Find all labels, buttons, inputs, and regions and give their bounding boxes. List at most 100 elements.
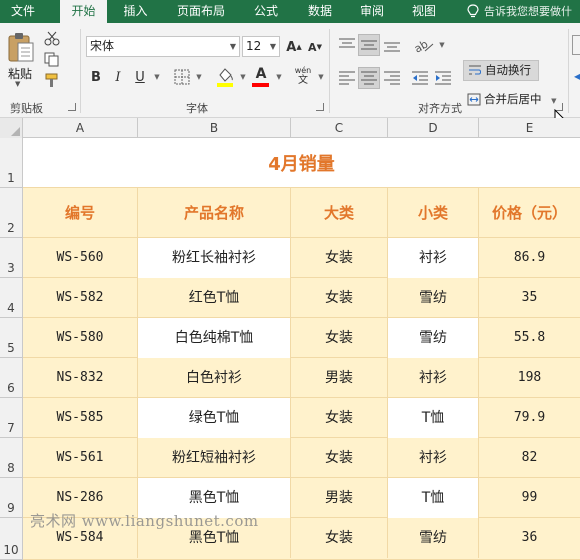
table-cell[interactable]: 绿色T恤 xyxy=(138,398,291,438)
copy-icon[interactable] xyxy=(44,52,60,67)
align-center-button[interactable] xyxy=(358,67,380,89)
align-left-icon[interactable] xyxy=(338,70,356,86)
table-cell[interactable]: 女装 xyxy=(291,398,388,438)
tab-page-layout[interactable]: 页面布局 xyxy=(168,0,234,23)
tab-data[interactable]: 数据 xyxy=(298,0,342,23)
tab-formulas[interactable]: 公式 xyxy=(244,0,288,23)
cut-icon[interactable] xyxy=(44,31,60,46)
phonetic-guide-icon[interactable]: wén 文 xyxy=(293,65,313,87)
table-cell[interactable]: 79.9 xyxy=(479,398,580,438)
merge-center-button[interactable]: 合并后居中 ▼ xyxy=(463,89,563,110)
table-cell[interactable]: 82 xyxy=(479,438,580,478)
row-header-6[interactable]: 6 xyxy=(0,358,23,398)
table-cell[interactable]: 36 xyxy=(479,518,580,558)
table-cell[interactable]: 白色纯棉T恤 xyxy=(138,318,291,358)
paste-dropdown-icon[interactable]: ▼ xyxy=(15,80,20,88)
font-name-field[interactable]: 宋体 ▼ xyxy=(86,36,240,57)
row-header-2[interactable]: 2 xyxy=(0,188,23,238)
italic-button[interactable]: I xyxy=(110,67,126,87)
font-color-icon[interactable]: A xyxy=(252,65,270,83)
table-cell[interactable]: 男装 xyxy=(291,358,388,398)
table-cell[interactable]: 粉红长袖衬衫 xyxy=(138,238,291,278)
table-cell[interactable]: 衬衫 xyxy=(388,358,479,398)
font-size-dropdown-icon[interactable]: ▼ xyxy=(270,37,276,56)
bottom-align-icon[interactable] xyxy=(383,37,401,53)
column-header-d[interactable]: D xyxy=(388,118,479,138)
table-cell[interactable]: 雪纺 xyxy=(388,518,479,558)
table-cell[interactable]: T恤 xyxy=(388,478,479,518)
paste-icon[interactable] xyxy=(6,31,36,63)
decrease-indent-icon[interactable] xyxy=(411,70,429,86)
table-cell[interactable]: T恤 xyxy=(388,398,479,438)
row-header-8[interactable]: 8 xyxy=(0,438,23,478)
underline-dropdown-icon[interactable]: ▼ xyxy=(152,67,162,87)
increase-font-size-icon[interactable]: A ▲ xyxy=(285,38,303,56)
table-cell[interactable]: 198 xyxy=(479,358,580,398)
format-painter-icon[interactable] xyxy=(44,73,60,88)
title-cell-merged[interactable]: 4月销量 xyxy=(23,138,580,188)
top-align-icon[interactable] xyxy=(338,37,356,53)
table-cell[interactable]: 白色衬衫 xyxy=(138,358,291,398)
table-cell[interactable]: WS-561 xyxy=(23,438,138,478)
tab-review[interactable]: 审阅 xyxy=(350,0,394,23)
decrease-font-size-icon[interactable]: A ▼ xyxy=(306,38,324,56)
orientation-dropdown-icon[interactable]: ▼ xyxy=(437,36,447,54)
table-cell[interactable]: 衬衫 xyxy=(388,238,479,278)
tell-me-search[interactable]: 告诉我您想要做什 xyxy=(484,0,572,23)
clipboard-launcher-icon[interactable] xyxy=(68,103,76,111)
table-cell[interactable]: WS-560 xyxy=(23,238,138,278)
tab-insert[interactable]: 插入 xyxy=(113,0,158,23)
row-header-5[interactable]: 5 xyxy=(0,318,23,358)
header-cell[interactable]: 价格（元） xyxy=(479,188,580,238)
wrap-text-button[interactable]: 自动换行 xyxy=(463,60,539,81)
table-cell[interactable]: 35 xyxy=(479,278,580,318)
table-cell[interactable]: 粉红短袖衬衫 xyxy=(138,438,291,478)
column-header-e[interactable]: E xyxy=(479,118,580,138)
row-header-4[interactable]: 4 xyxy=(0,278,23,318)
borders-dropdown-icon[interactable]: ▼ xyxy=(194,67,204,87)
row-header-9[interactable]: 9 xyxy=(0,478,23,518)
column-header-a[interactable]: A xyxy=(23,118,138,138)
table-cell[interactable]: 雪纺 xyxy=(388,318,479,358)
underline-button[interactable]: U xyxy=(132,67,148,87)
table-cell[interactable]: 女装 xyxy=(291,438,388,478)
table-cell[interactable]: WS-580 xyxy=(23,318,138,358)
table-cell[interactable]: 女装 xyxy=(291,518,388,558)
bold-button[interactable]: B xyxy=(88,67,104,87)
increase-indent-icon[interactable] xyxy=(434,70,452,86)
table-cell[interactable]: 86.9 xyxy=(479,238,580,278)
header-cell[interactable]: 产品名称 xyxy=(138,188,291,238)
fill-color-dropdown-icon[interactable]: ▼ xyxy=(238,67,248,87)
tab-file[interactable]: 文件 xyxy=(0,0,46,23)
number-format-field[interactable] xyxy=(572,35,580,55)
column-header-b[interactable]: B xyxy=(138,118,291,138)
tab-view[interactable]: 视图 xyxy=(402,0,446,23)
table-cell[interactable]: WS-582 xyxy=(23,278,138,318)
header-cell[interactable]: 小类 xyxy=(388,188,479,238)
font-size-field[interactable]: 12 ▼ xyxy=(242,36,280,57)
fill-color-icon[interactable] xyxy=(216,66,234,87)
table-cell[interactable]: WS-585 xyxy=(23,398,138,438)
worksheet-grid[interactable]: 4月销量 编号 产品名称 大类 小类 价格（元） WS-560 粉红长袖衬衫 女… xyxy=(23,138,580,560)
table-cell[interactable]: 衬衫 xyxy=(388,438,479,478)
tab-home[interactable]: 开始 xyxy=(60,0,107,23)
table-cell[interactable]: 雪纺 xyxy=(388,278,479,318)
table-cell[interactable]: 男装 xyxy=(291,478,388,518)
select-all-corner[interactable] xyxy=(0,118,23,138)
table-cell[interactable]: 女装 xyxy=(291,238,388,278)
font-launcher-icon[interactable] xyxy=(316,103,324,111)
row-header-10[interactable]: 10 xyxy=(0,518,23,560)
table-cell[interactable]: 99 xyxy=(479,478,580,518)
column-header-c[interactable]: C xyxy=(291,118,388,138)
row-header-7[interactable]: 7 xyxy=(0,398,23,438)
table-cell[interactable]: 女装 xyxy=(291,318,388,358)
row-header-1[interactable]: 1 xyxy=(0,138,23,188)
middle-align-button[interactable] xyxy=(358,34,380,56)
align-right-icon[interactable] xyxy=(383,70,401,86)
header-cell[interactable]: 编号 xyxy=(23,188,138,238)
orientation-icon[interactable]: ab xyxy=(413,36,435,54)
phonetic-dropdown-icon[interactable]: ▼ xyxy=(316,67,326,87)
table-cell[interactable]: NS-832 xyxy=(23,358,138,398)
table-cell[interactable]: 女装 xyxy=(291,278,388,318)
table-cell[interactable]: 55.8 xyxy=(479,318,580,358)
